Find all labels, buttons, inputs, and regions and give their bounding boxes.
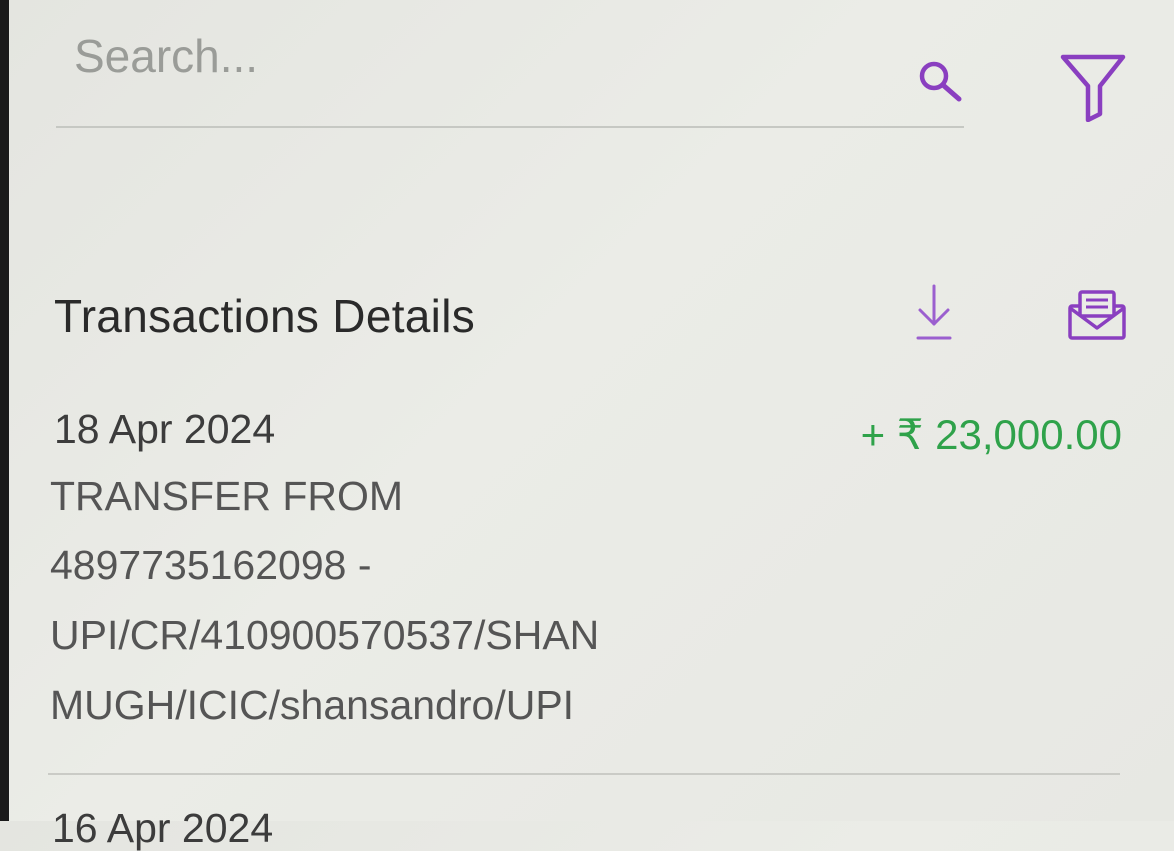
- transaction-amount: + ₹ 23,000.00: [860, 411, 1122, 458]
- transaction-description-line: UPI/CR/410900570537/SHAN: [50, 612, 600, 658]
- next-transaction-date: 16 Apr 2024: [52, 805, 274, 851]
- filter-icon[interactable]: [1058, 50, 1128, 122]
- transaction-description-line: 4897735162098 -: [50, 542, 372, 588]
- transaction-description-line: TRANSFER FROM: [50, 473, 404, 519]
- transaction-date: 18 Apr 2024: [54, 406, 276, 452]
- screen-edge: [0, 0, 9, 821]
- search-underline: [56, 126, 964, 128]
- search-icon[interactable]: [910, 54, 966, 104]
- section-title: Transactions Details: [54, 290, 476, 342]
- download-icon[interactable]: [912, 284, 956, 342]
- search-input[interactable]: [74, 26, 874, 86]
- row-divider: [48, 773, 1120, 775]
- transaction-description-line: MUGH/ICIC/shansandro/UPI: [50, 682, 575, 728]
- email-icon[interactable]: [1066, 288, 1128, 342]
